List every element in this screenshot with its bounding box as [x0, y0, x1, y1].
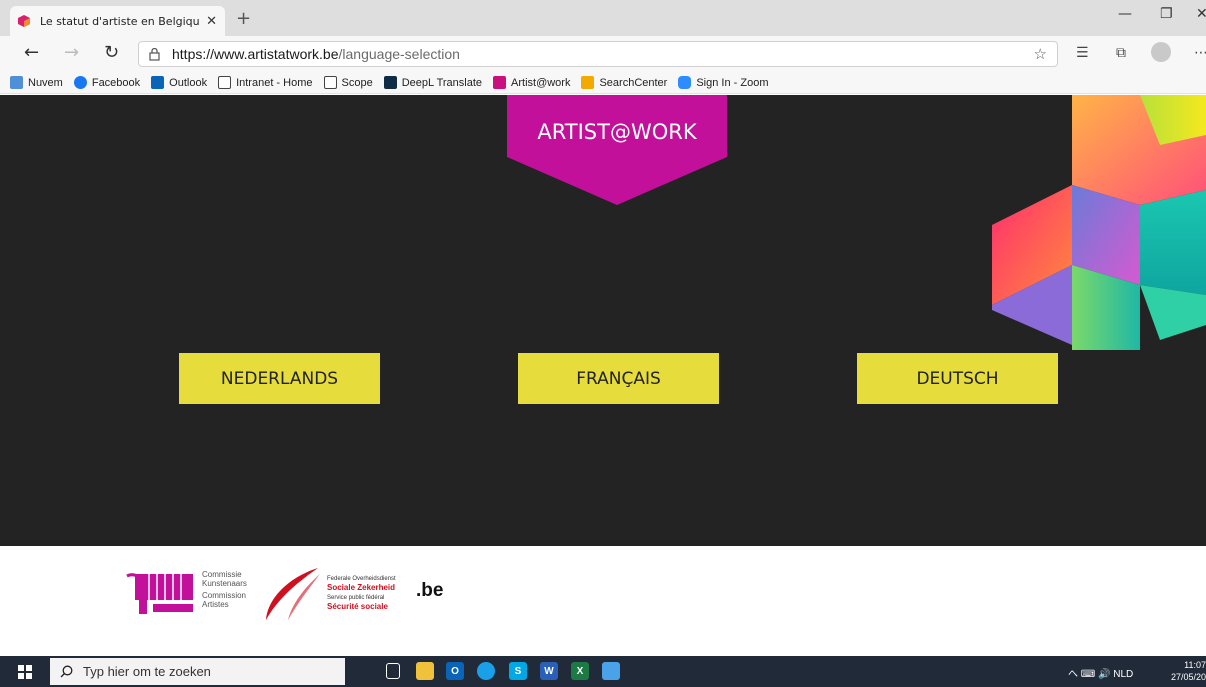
browser-tabstrip: Le statut d'artiste en Belgique | Artist… [0, 0, 1206, 36]
tab-close-icon[interactable]: ✕ [206, 14, 217, 29]
favorites-list-icon[interactable]: ☰ [1076, 45, 1089, 61]
edge-browser-icon[interactable] [477, 662, 495, 680]
social-security-text: Federale Overheidsdienst Sociale Zekerhe… [327, 576, 396, 611]
tab-title: Le statut d'artiste en Belgique | Artist… [40, 14, 200, 28]
artist-favicon-icon [18, 15, 30, 27]
facebook-icon [73, 76, 87, 89]
windows-start-icon[interactable] [18, 665, 32, 679]
favorite-deepl[interactable]: DeepL Translate [383, 76, 482, 89]
search-icon [60, 665, 73, 678]
commission-artistes-text: Commissie Kunstenaars Commission Artiste… [202, 570, 247, 609]
site-logo[interactable]: ARTIST@WORK [507, 120, 727, 144]
favorite-nuvem[interactable]: Nuvem [10, 76, 63, 89]
favorite-facebook[interactable]: Facebook [73, 76, 140, 89]
zoom-icon [678, 76, 692, 89]
restore-button[interactable]: ❐ [1160, 6, 1173, 22]
language-selection-section: ARTIST@WORK NEDERLANDS FRANÇAIS DEUTSCH [0, 95, 1206, 546]
favorite-star-icon[interactable]: ☆ [1034, 45, 1047, 63]
favorite-artistatwork[interactable]: Artist@work [493, 76, 570, 89]
page-footer: Commissie Kunstenaars Commission Artiste… [0, 546, 1206, 656]
minimize-button[interactable]: — [1118, 6, 1132, 22]
close-window-button[interactable]: ✕ [1196, 6, 1206, 22]
task-view-icon[interactable] [386, 663, 400, 679]
commission-artistes-logo[interactable] [125, 570, 197, 616]
browser-tab[interactable]: Le statut d'artiste en Belgique | Artist… [10, 6, 225, 36]
taskbar-search-box[interactable]: Typ hier om te zoeken [50, 658, 345, 685]
photos-icon[interactable] [602, 662, 620, 680]
language-button-nederlands[interactable]: NEDERLANDS [179, 353, 380, 404]
new-tab-button[interactable]: + [236, 10, 251, 28]
windows-taskbar: Typ hier om te zoeken O S W X へ ⌨ 🔊 NLD … [0, 656, 1206, 687]
favorite-intranet[interactable]: Intranet - Home [218, 76, 313, 89]
skype-icon[interactable]: S [509, 662, 527, 680]
browser-toolbar: ← → ↻ https://www.artistatwork.be/langua… [0, 36, 1206, 72]
deepl-icon [383, 76, 397, 89]
favorites-bar: Nuvem Facebook Outlook Intranet - Home S… [0, 72, 1206, 94]
favorite-searchcenter[interactable]: SearchCenter [581, 76, 667, 89]
favorite-scope[interactable]: Scope [323, 76, 373, 89]
forward-arrow-icon[interactable]: → [64, 43, 79, 63]
word-icon[interactable]: W [540, 662, 558, 680]
favorite-outlook[interactable]: Outlook [151, 76, 207, 89]
collections-icon[interactable]: ⧉ [1116, 45, 1126, 61]
refresh-icon[interactable]: ↻ [104, 43, 119, 63]
file-explorer-icon[interactable] [416, 662, 434, 680]
decorative-cubes-graphic [992, 95, 1206, 350]
outlook-icon [151, 76, 165, 89]
language-button-francais[interactable]: FRANÇAIS [518, 353, 719, 404]
address-bar[interactable]: https://www.artistatwork.be/language-sel… [138, 41, 1058, 67]
page-icon [323, 76, 337, 89]
artist-icon [493, 76, 507, 89]
url-text: https://www.artistatwork.be/language-sel… [172, 46, 460, 62]
more-menu-icon[interactable]: ⋯ [1194, 45, 1206, 61]
system-tray[interactable]: へ ⌨ 🔊 NLD [1068, 665, 1133, 680]
social-security-swoosh-logo[interactable] [262, 566, 322, 622]
back-arrow-icon[interactable]: ← [24, 43, 39, 63]
profile-avatar[interactable] [1151, 42, 1171, 62]
language-button-deutsch[interactable]: DEUTSCH [857, 353, 1058, 404]
lock-icon [149, 47, 160, 61]
searchcenter-icon [581, 76, 595, 89]
outlook-app-icon[interactable]: O [446, 662, 464, 680]
artist-logo-banner [507, 95, 727, 205]
folder-icon [10, 76, 23, 89]
taskbar-clock[interactable]: 11:07 27/05/20 [1166, 659, 1206, 683]
be-logo[interactable]: .be [416, 580, 443, 602]
page-icon [218, 76, 232, 89]
favorite-zoom[interactable]: Sign In - Zoom [678, 76, 768, 89]
excel-icon[interactable]: X [571, 662, 589, 680]
search-placeholder: Typ hier om te zoeken [83, 664, 211, 679]
